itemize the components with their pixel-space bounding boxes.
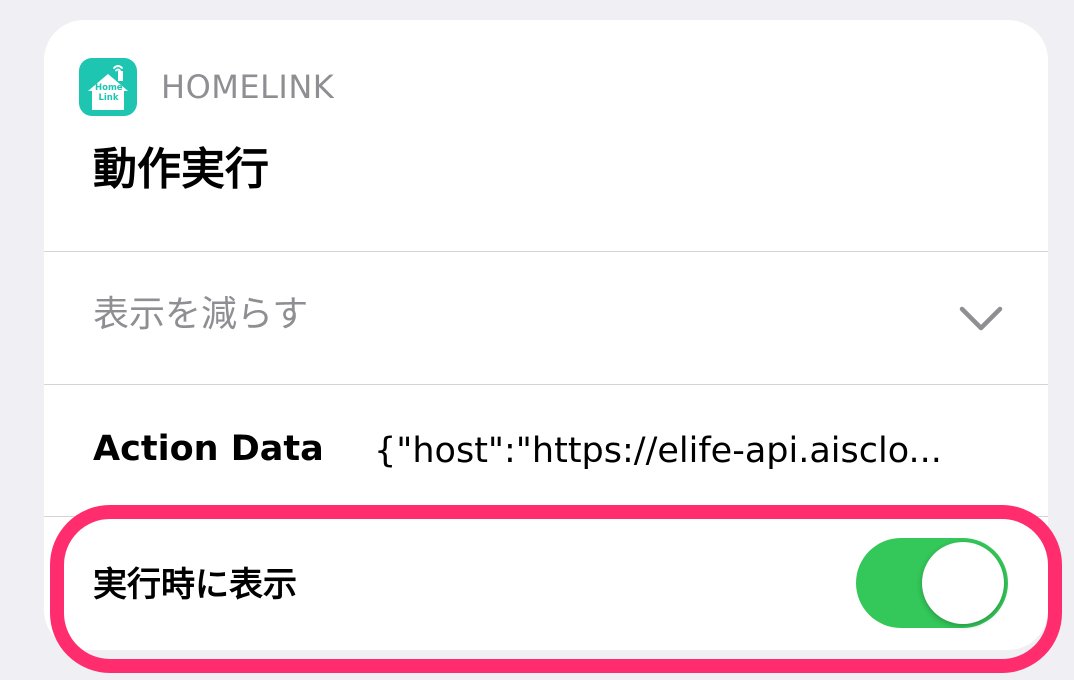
show-when-run-toggle[interactable]: [856, 538, 1008, 628]
show-when-run-row: 実行時に表示: [44, 517, 1048, 650]
show-less-label: 表示を減らす: [93, 294, 309, 335]
app-icon-label: Home Link: [95, 83, 123, 103]
toggle-knob: [922, 542, 1004, 624]
parameter-label: Action Data: [93, 429, 324, 469]
show-when-run-label: 実行時に表示: [93, 565, 297, 605]
show-less-row[interactable]: 表示を減らす: [44, 251, 1048, 384]
parameter-row-action-data[interactable]: Action Data {"host":"https://elife-api.a…: [44, 385, 1048, 515]
app-header: Home Link HOMELINK: [79, 58, 334, 116]
app-name: HOMELINK: [161, 68, 335, 106]
homelink-app-icon: Home Link: [79, 58, 137, 116]
parameter-value[interactable]: {"host":"https://elife-api.aisclo...: [374, 430, 1002, 472]
action-title: 動作実行: [93, 144, 269, 195]
action-card: Home Link HOMELINK 動作実行 表示を減らす Action Da…: [44, 20, 1048, 650]
chevron-down-icon[interactable]: [958, 303, 1004, 333]
